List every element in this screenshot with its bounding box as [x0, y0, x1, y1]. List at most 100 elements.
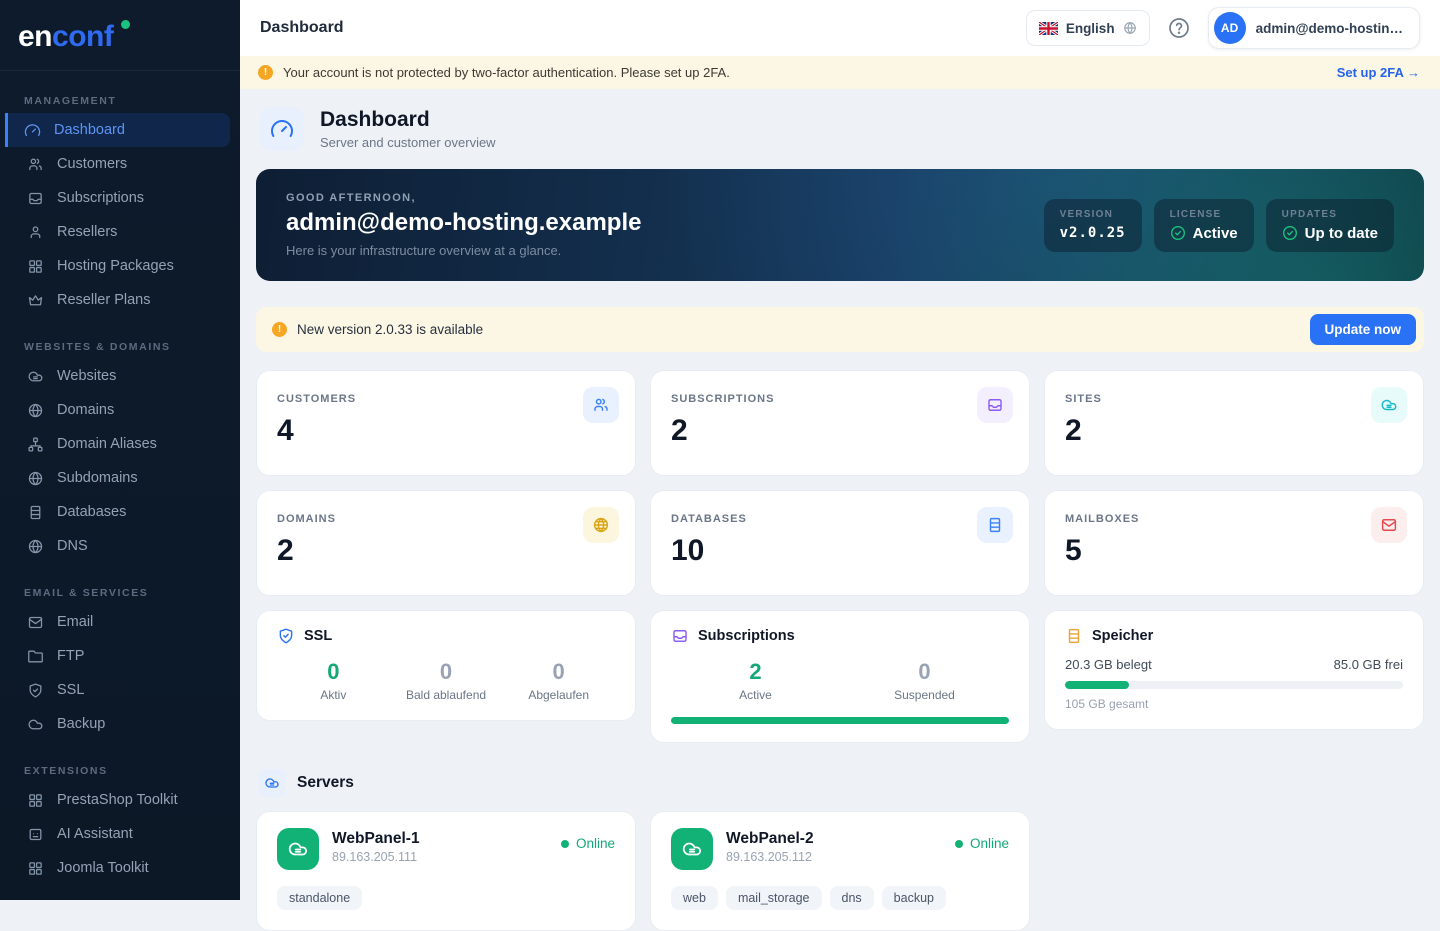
two-factor-banner: ! Your account is not protected by two-f… [240, 56, 1440, 89]
sidebar-item-backup[interactable]: Backup [0, 707, 230, 741]
database-icon [977, 507, 1013, 543]
subs-active-label: Active [671, 688, 840, 702]
subs-suspended-label: Suspended [840, 688, 1009, 702]
sidebar-item-joomla-toolkit[interactable]: Joomla Toolkit [0, 851, 230, 885]
bot-icon [27, 826, 44, 843]
sidebar-item-label: Domains [57, 402, 114, 418]
update-now-button[interactable]: Update now [1310, 314, 1417, 345]
nav-section-email-services: EMAIL & SERVICES [0, 587, 240, 605]
sidebar-item-label: Customers [57, 156, 127, 172]
sidebar-item-label: Email [57, 614, 93, 630]
inbox-icon [977, 387, 1013, 423]
sidebar-item-label: PrestaShop Toolkit [57, 792, 178, 808]
warning-icon: ! [272, 322, 287, 337]
sidebar-item-subscriptions[interactable]: Subscriptions [0, 181, 230, 215]
globe-icon [27, 470, 44, 487]
page-title: Dashboard [320, 108, 496, 132]
sidebar-item-websites[interactable]: Websites [0, 359, 230, 393]
grid-icon [27, 860, 44, 877]
gauge-icon [24, 122, 41, 139]
user-icon [27, 224, 44, 241]
online-dot-icon [561, 840, 569, 848]
language-selector[interactable]: English [1026, 10, 1150, 46]
sidebar-item-domain-aliases[interactable]: Domain Aliases [0, 427, 230, 461]
check-circle-icon [1170, 225, 1186, 241]
server-status: Online [561, 836, 615, 851]
servers-header: Servers [256, 769, 1424, 797]
license-label: LICENSE [1170, 209, 1238, 220]
sidebar-item-label: Websites [57, 368, 116, 384]
grid-icon [27, 792, 44, 809]
sidebar-item-ssl[interactable]: SSL [0, 673, 230, 707]
stat-label: MAILBOXES [1065, 513, 1403, 525]
storage-card: Speicher 20.3 GB belegt 85.0 GB frei 105… [1044, 610, 1424, 730]
license-value: Active [1193, 225, 1238, 242]
sidebar-item-ftp[interactable]: FTP [0, 639, 230, 673]
update-text: New version 2.0.33 is available [297, 322, 483, 337]
server-cloud-icon [277, 828, 319, 870]
setup-2fa-link[interactable]: Set up 2FA → [1337, 65, 1420, 80]
globe-icon [583, 507, 619, 543]
sidebar-item-label: Subdomains [57, 470, 138, 486]
subs-active-value: 2 [671, 659, 840, 685]
help-button[interactable] [1162, 11, 1196, 45]
ssl-card: SSL 0 Aktiv 0 Bald ablaufend 0 Abgelaufe… [256, 610, 636, 721]
sidebar-item-label: Domain Aliases [57, 436, 157, 452]
server-status-label: Online [576, 836, 615, 851]
sidebar-item-subdomains[interactable]: Subdomains [0, 461, 230, 495]
sidebar-item-resellers[interactable]: Resellers [0, 215, 230, 249]
sitemap-icon [27, 436, 44, 453]
stat-label: DATABASES [671, 513, 1009, 525]
check-circle-icon [1282, 225, 1298, 241]
page-header: Dashboard Server and customer overview [256, 105, 1424, 153]
page-subtitle: Server and customer overview [320, 135, 496, 150]
sidebar-item-label: SSL [57, 682, 84, 698]
sidebar-item-dashboard[interactable]: Dashboard [5, 113, 230, 147]
sidebar-item-prestashop-toolkit[interactable]: PrestaShop Toolkit [0, 783, 230, 817]
user-email: admin@demo-hostin… [1256, 21, 1403, 36]
server-tag: backup [882, 886, 946, 910]
server-tag: standalone [277, 886, 362, 910]
nav-section-extensions: EXTENSIONS [0, 765, 240, 783]
stat-card-domains: DOMAINS 2 [256, 490, 636, 596]
stat-card-customers: CUSTOMERS 4 [256, 370, 636, 476]
welcome-hero: GOOD AFTERNOON, admin@demo-hosting.examp… [256, 169, 1424, 281]
sidebar-item-email[interactable]: Email [0, 605, 230, 639]
sidebar-item-label: Resellers [57, 224, 117, 240]
server-card-webpanel-2[interactable]: WebPanel-2 89.163.205.112 Online web mai… [650, 811, 1030, 931]
ssl-card-title: SSL [304, 628, 332, 644]
sidebar-item-ai-assistant[interactable]: AI Assistant [0, 817, 230, 851]
sidebar-item-label: Hosting Packages [57, 258, 174, 274]
updates-value: Up to date [1305, 225, 1378, 242]
content: Dashboard Server and customer overview G… [240, 89, 1440, 931]
sidebar-item-customers[interactable]: Customers [0, 147, 230, 181]
dashboard-icon-box [260, 107, 304, 151]
subscriptions-card: Subscriptions 2 Active 0 Suspended [650, 610, 1030, 743]
brand-logo: enconf [0, 0, 240, 71]
brand-name-primary: en [18, 20, 52, 53]
sidebar-item-domains[interactable]: Domains [0, 393, 230, 427]
grid-icon [27, 258, 44, 275]
folder-icon [27, 648, 44, 665]
server-card-webpanel-1[interactable]: WebPanel-1 89.163.205.111 Online standal… [256, 811, 636, 931]
server-tag: mail_storage [726, 886, 822, 910]
sidebar-item-reseller-plans[interactable]: Reseller Plans [0, 283, 230, 317]
version-value: v2.0.25 [1060, 225, 1126, 241]
crown-icon [27, 292, 44, 309]
stat-value: 5 [1065, 534, 1403, 568]
shield-check-icon [277, 627, 295, 645]
subs-suspended-value: 0 [840, 659, 1009, 685]
sidebar-item-dns[interactable]: DNS [0, 529, 230, 563]
sidebar-item-label: Reseller Plans [57, 292, 151, 308]
sidebar-item-databases[interactable]: Databases [0, 495, 230, 529]
gauge-icon [270, 117, 294, 141]
sidebar-item-hosting-packages[interactable]: Hosting Packages [0, 249, 230, 283]
brand-dot [121, 20, 130, 29]
ssl-expiring-value: 0 [390, 659, 503, 685]
user-menu[interactable]: AD admin@demo-hostin… [1208, 7, 1420, 49]
stat-card-subscriptions: SUBSCRIPTIONS 2 [650, 370, 1030, 476]
globe-icon [27, 538, 44, 555]
license-pill: LICENSE Active [1154, 199, 1254, 252]
stat-label: SUBSCRIPTIONS [671, 393, 1009, 405]
server-status: Online [955, 836, 1009, 851]
